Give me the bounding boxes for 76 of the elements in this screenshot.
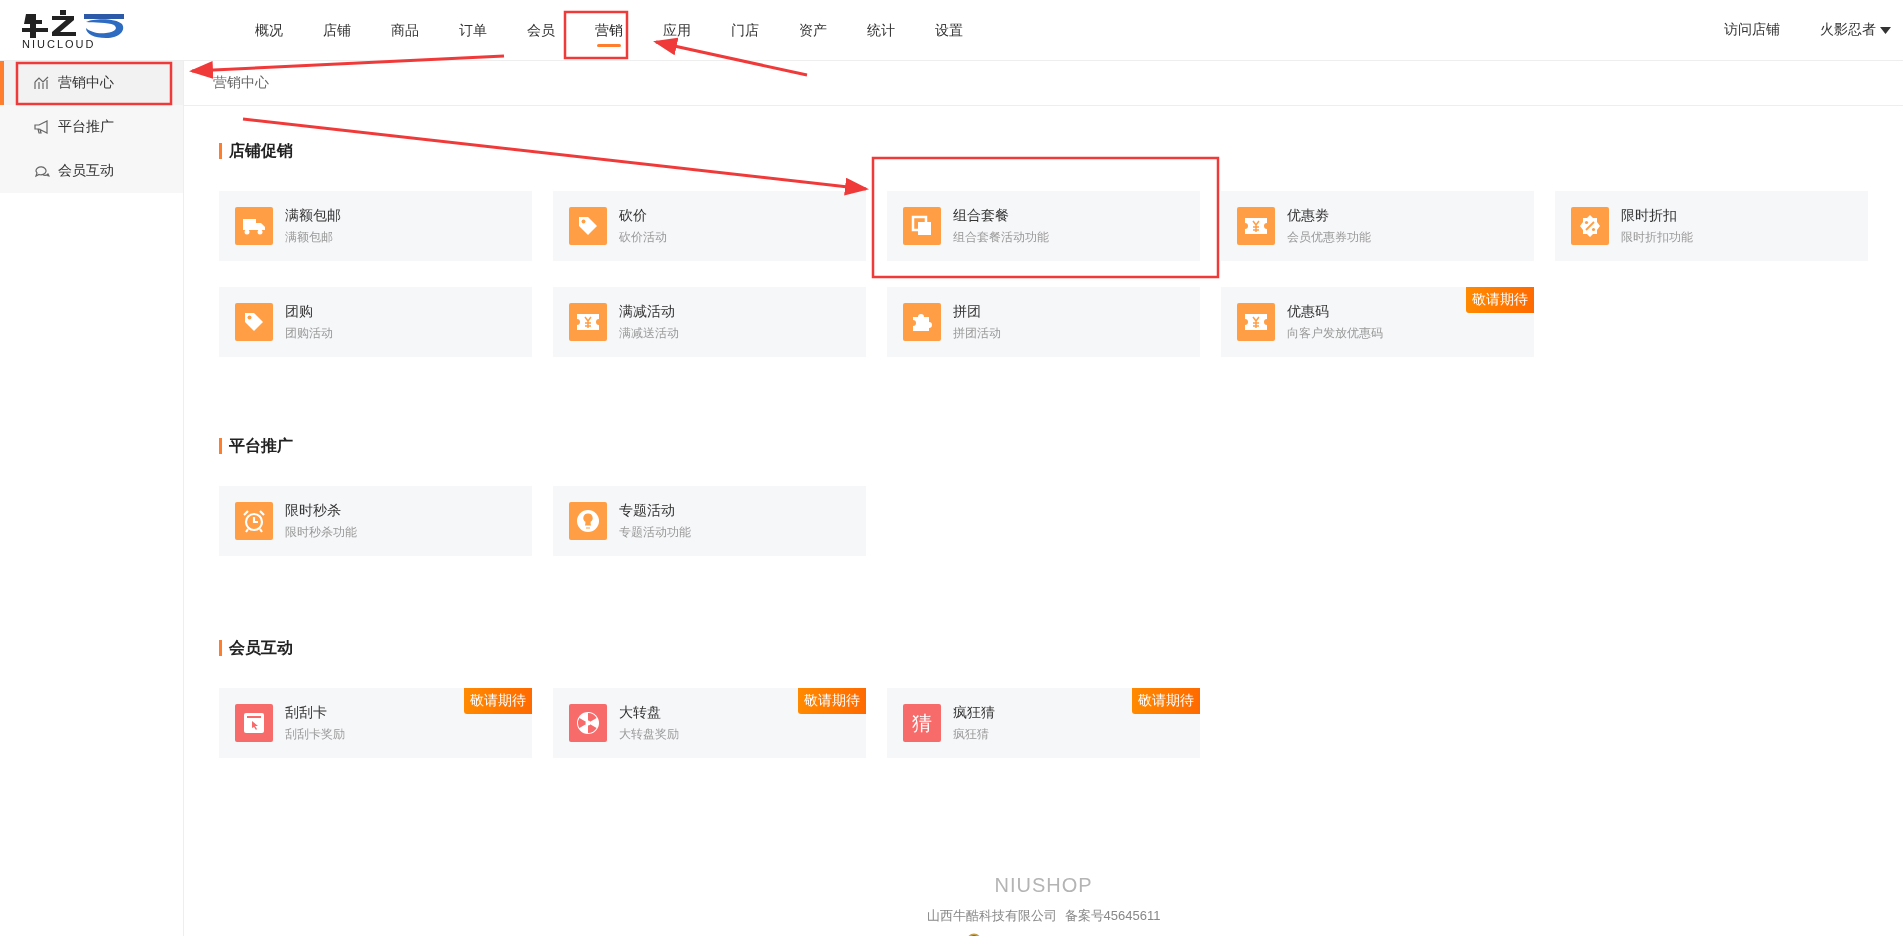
feature-card[interactable]: 满减活动 满减送活动 <box>553 287 866 357</box>
feature-card[interactable]: 猜 疯狂猜 疯狂猜 敬请期待 <box>887 688 1200 758</box>
chart-icon <box>34 76 50 90</box>
visit-store-link[interactable]: 访问店铺 <box>1724 21 1780 39</box>
highlight-frame <box>563 10 629 60</box>
card-subtitle: 专题活动功能 <box>619 523 691 541</box>
nav-tab[interactable]: 应用 <box>643 0 711 60</box>
card-title: 刮刮卡 <box>285 703 328 722</box>
feature-card[interactable]: 组合套餐 组合套餐活动功能 <box>887 191 1200 261</box>
feature-card[interactable]: 团购 团购活动 <box>219 287 532 357</box>
card-title: 优惠劵 <box>1287 206 1330 225</box>
card-subtitle: 组合套餐活动功能 <box>953 228 1049 246</box>
nav-tab[interactable]: 订单 <box>439 0 507 60</box>
card-subtitle: 满额包邮 <box>285 228 334 246</box>
sidebar-item[interactable]: 会员互动 <box>0 149 183 193</box>
card-title: 限时折扣 <box>1621 206 1678 225</box>
caret-icon <box>1880 26 1891 34</box>
card-title: 砍价 <box>619 206 648 225</box>
card-title: 限时秒杀 <box>285 501 342 520</box>
card-title: 组合套餐 <box>953 206 1010 225</box>
feature-card[interactable]: 砍价 砍价活动 <box>553 191 866 261</box>
section-title: 店铺促销 <box>219 143 1868 159</box>
card-subtitle: 团购活动 <box>285 324 333 342</box>
logo-text: NIUCLOUD <box>22 38 97 50</box>
nav-tab[interactable]: 会员 <box>507 0 575 60</box>
nav-tab[interactable]: 门店 <box>711 0 779 60</box>
card-subtitle: 疯狂猜 <box>953 725 990 743</box>
card-subtitle: 拼团活动 <box>953 324 1001 342</box>
nav-tab[interactable]: 店铺 <box>303 0 371 60</box>
card-title: 满减活动 <box>619 302 676 321</box>
card-subtitle: 向客户发放优惠码 <box>1287 324 1383 342</box>
section-title: 平台推广 <box>219 438 1868 454</box>
feature-card[interactable]: 满额包邮 满额包邮 <box>219 191 532 261</box>
sidebar-item[interactable]: 营销中心 <box>0 61 183 105</box>
card-title: 团购 <box>285 302 314 321</box>
coming-soon-badge: 敬请期待 <box>464 688 532 714</box>
breadcrumb: 营销中心 <box>213 74 269 92</box>
feature-card[interactable]: 限时秒杀 限时秒杀功能 <box>219 486 532 556</box>
nav-tab[interactable]: 营销 <box>575 0 643 60</box>
feature-card[interactable]: 限时折扣 限时折扣功能 <box>1555 191 1868 261</box>
card-title: 专题活动 <box>619 501 676 520</box>
feature-card[interactable]: 大转盘 大转盘奖励 敬请期待 <box>553 688 866 758</box>
company-name: 山西牛酷科技有限公司 <box>926 907 1057 925</box>
chat-icon <box>34 164 50 178</box>
card-subtitle: 限时秒杀功能 <box>285 523 357 541</box>
user-menu[interactable]: 火影忍者 <box>1820 21 1891 39</box>
footer-brand: NIUSHOP <box>994 874 1093 897</box>
card-title: 疯狂猜 <box>953 703 995 722</box>
card-title: 大转盘 <box>619 703 662 722</box>
coming-soon-badge: 敬请期待 <box>1132 688 1200 714</box>
nav-tab[interactable]: 资产 <box>779 0 847 60</box>
nav-tab[interactable]: 商品 <box>371 0 439 60</box>
feature-card[interactable]: 拼团 拼团活动 <box>887 287 1200 357</box>
megaphone-icon <box>34 120 50 134</box>
card-subtitle: 刮刮卡奖励 <box>285 725 345 743</box>
coming-soon-badge: 敬请期待 <box>1466 287 1534 313</box>
card-title: 拼团 <box>953 302 982 321</box>
card-subtitle: 砍价活动 <box>619 228 667 246</box>
card-subtitle: 大转盘奖励 <box>619 725 679 743</box>
card-title: 优惠码 <box>1287 302 1330 321</box>
section-title: 会员互动 <box>219 640 1868 656</box>
record-number: 备案号45645611 <box>1064 907 1161 925</box>
coming-soon-badge: 敬请期待 <box>798 688 866 714</box>
sidebar-item[interactable]: 平台推广 <box>0 105 183 149</box>
feature-card[interactable]: 刮刮卡 刮刮卡奖励 敬请期待 <box>219 688 532 758</box>
card-title: 满额包邮 <box>285 206 341 225</box>
guess-icon: 猜 <box>903 704 941 742</box>
card-subtitle: 满减送活动 <box>619 324 679 342</box>
feature-card[interactable]: 优惠劵 会员优惠券功能 <box>1221 191 1534 261</box>
nav-tab[interactable]: 统计 <box>847 0 915 60</box>
card-subtitle: 限时折扣功能 <box>1621 228 1693 246</box>
feature-card[interactable]: 专题活动 专题活动功能 <box>553 486 866 556</box>
feature-card[interactable]: 优惠码 向客户发放优惠码 敬请期待 <box>1221 287 1534 357</box>
card-subtitle: 会员优惠券功能 <box>1287 228 1371 246</box>
nav-tab[interactable]: 设置 <box>915 0 983 60</box>
nav-tab[interactable]: 概况 <box>235 0 303 60</box>
